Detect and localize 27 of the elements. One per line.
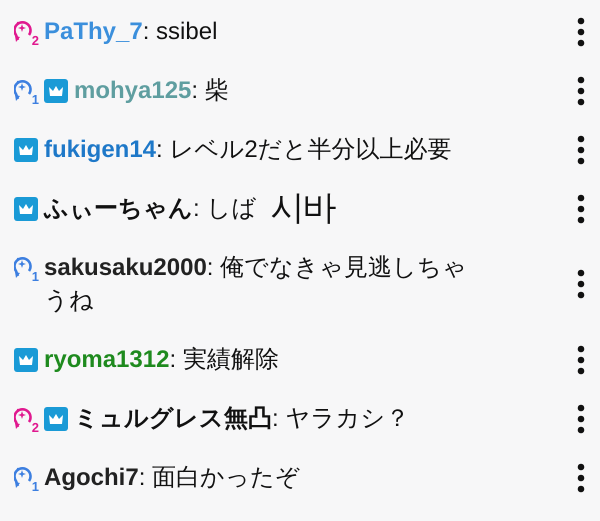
streak-badge: 2 (14, 406, 38, 430)
emote: 시바 (270, 192, 334, 225)
crown-badge-icon (14, 348, 38, 372)
crown-badge-icon (14, 196, 38, 220)
chat-message: mohya125: 柴 (74, 76, 230, 106)
crown-badge-icon (14, 138, 38, 162)
chat-message: ミュルグレス無凸: ヤラカシ？ (74, 404, 410, 434)
chat-message: PaThy_7: ssibel (44, 17, 218, 47)
more-options-icon[interactable] (576, 134, 586, 164)
streak-badge: 1 (14, 466, 38, 490)
crown-badge-icon (44, 406, 68, 430)
streak-badge: 1 (14, 78, 38, 102)
chat-message: ryoma1312: 実績解除 (44, 345, 280, 375)
more-options-icon[interactable] (576, 194, 586, 224)
chat-message: fukigen14: レベル2だと半分以上必要 (44, 135, 453, 165)
chat-message: sakusaku2000: 俺でなきゃ見逃しちゃうね (44, 253, 468, 316)
streak-badge: 2 (14, 20, 38, 44)
more-options-icon[interactable] (576, 462, 586, 492)
chat-message: Agochi7: 面白かったぞ (44, 463, 302, 493)
more-options-icon[interactable] (576, 344, 586, 374)
chat-message: ふぃーちゃん: しば (44, 194, 256, 224)
more-options-icon[interactable] (576, 16, 586, 46)
streak-badge: 1 (14, 256, 38, 280)
more-options-icon[interactable] (576, 404, 586, 434)
crown-badge-icon (44, 78, 68, 102)
more-options-icon[interactable] (576, 76, 586, 106)
more-options-icon[interactable] (576, 269, 586, 299)
